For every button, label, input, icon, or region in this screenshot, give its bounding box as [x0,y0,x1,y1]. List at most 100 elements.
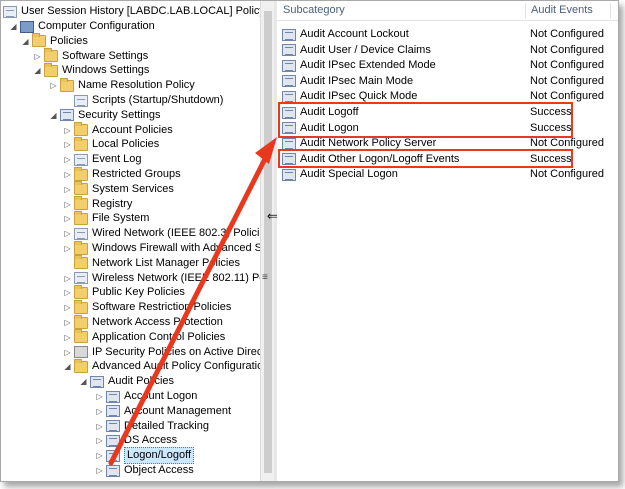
tree-item[interactable]: ▷ System Services [63,181,174,197]
folder-icon [44,62,58,77]
expand-arrow-icon[interactable]: ▷ [63,226,72,241]
expand-arrow-icon[interactable]: ▷ [63,182,72,197]
tree-item[interactable]: ▷ Application Control Policies [63,329,225,345]
subcategory-cell: Audit Account Lockout [282,27,409,42]
expand-arrow-icon[interactable]: ▷ [95,448,104,463]
computer-icon [20,20,34,33]
tree-item[interactable]: ▷ Windows Firewall with Advanced Secu [63,240,260,256]
list-row[interactable]: Audit Account Lockout Not Configured [277,27,618,42]
tree-item[interactable]: ◢ Advanced Audit Policy Configuration [63,358,260,374]
audit-events-value: Not Configured [530,74,604,87]
expand-arrow-icon[interactable]: ▷ [63,197,72,212]
expand-arrow-icon[interactable]: ▷ [95,433,104,448]
tree-item[interactable]: ▷ Wired Network (IEEE 802.3) Policies [63,226,260,241]
expand-arrow-icon[interactable]: ▷ [95,463,104,478]
expand-arrow-icon[interactable]: ▷ [63,345,72,360]
tree-root-label: User Session History [LABDC.LAB.LOCAL] P… [21,5,260,17]
expand-arrow-icon[interactable]: ▷ [63,285,72,300]
navigation-tree: User Session History [LABDC.LAB.LOCAL] P… [1,1,260,481]
expand-arrow-icon[interactable]: ▷ [63,152,72,167]
audit-setting-icon [282,59,296,72]
column-header-subcategory[interactable]: Subcategory [279,1,345,20]
tree-item[interactable]: ▷ Software Restriction Policies [63,299,231,315]
tree-item[interactable]: ◢ Windows Settings [33,62,149,78]
doc-icon [74,272,88,285]
folder-icon [74,240,88,255]
tree-item-label: Scripts (Startup/Shutdown) [92,94,224,106]
tree-item[interactable]: ▷ Logon/Logoff [95,447,195,465]
policy-icon [106,420,120,433]
tree-item[interactable]: ◢ Audit Policies [79,374,174,389]
tree-item[interactable]: ▷ Account Management [95,404,231,419]
tree-item[interactable]: ▷ Account Logon [95,389,197,404]
tree-item[interactable]: ▷ Software Settings [33,48,148,64]
tree-item-label: System Services [92,182,174,195]
tree-item-label: Detailed Tracking [124,419,209,432]
expand-arrow-icon[interactable]: ▷ [63,137,72,152]
audit-events-value: Not Configured [530,168,604,181]
tree-item[interactable]: ▷ DS Access [95,433,177,448]
subcategory-name: Audit IPsec Extended Mode [300,59,436,72]
expand-arrow-icon[interactable]: ▷ [63,315,72,330]
splitter-grip-icon[interactable]: ≡ [262,272,268,283]
tree-item-label: Wired Network (IEEE 802.3) Policies [92,227,260,240]
security-icon [60,109,74,122]
collapse-arrow-icon[interactable]: ◢ [63,359,72,374]
tree-scrollbar-thumb[interactable] [264,11,272,473]
column-divider[interactable] [610,3,611,18]
tree-item[interactable]: ▷ Account Policies [63,122,173,138]
policy-editor-window: User Session History [LABDC.LAB.LOCAL] P… [0,0,619,482]
tree-item[interactable]: ▷ Detailed Tracking [95,419,209,434]
policy-icon [106,464,120,477]
tree-item[interactable]: ▷ File System [63,210,149,226]
expand-arrow-icon[interactable]: ▷ [63,241,72,256]
tree-scrollbar[interactable] [260,1,275,481]
tree-item[interactable]: ▷ Event Log [63,152,142,167]
tree-item[interactable]: ▷ IP Security Policies on Active Director… [63,345,260,360]
policy-icon [106,405,120,418]
list-row[interactable]: Audit Special Logon Not Configured [277,167,618,182]
expand-arrow-icon[interactable]: ▷ [63,123,72,138]
list-row[interactable]: Audit IPsec Extended Mode Not Configured [277,58,618,73]
collapse-arrow-icon[interactable]: ◢ [21,34,30,49]
tree-item[interactable]: Scripts (Startup/Shutdown) [63,93,223,108]
policy-doc-icon [3,5,17,18]
column-divider[interactable] [525,3,526,18]
expand-arrow-icon[interactable]: ▷ [49,78,58,93]
tree-item[interactable]: ▷ Registry [63,196,132,212]
list-row[interactable]: Audit User / Device Claims Not Configured [277,43,618,58]
tree-item[interactable]: ▷ Restricted Groups [63,166,181,182]
tree-item[interactable]: ▷ Name Resolution Policy [49,77,195,93]
column-header-audit-events[interactable]: Audit Events [527,1,593,20]
list-row[interactable]: Audit IPsec Main Mode Not Configured [277,74,618,89]
expand-arrow-icon[interactable]: ▷ [63,300,72,315]
tree-item[interactable]: ▷ Object Access [95,463,194,478]
subcategory-name: Audit User / Device Claims [300,43,431,56]
expand-arrow-icon[interactable]: ▷ [33,49,42,64]
expand-arrow-icon[interactable]: ▷ [95,404,104,419]
expand-arrow-icon[interactable]: ▷ [63,271,72,286]
tree-item[interactable]: ▷ Local Policies [63,136,159,152]
tree-item-label: IP Security Policies on Active Directory [92,345,260,358]
collapse-arrow-icon[interactable]: ◢ [9,19,18,34]
tree-item[interactable]: ▷ Public Key Policies [63,284,185,300]
tree-item[interactable]: ▷ Wireless Network (IEEE 802.11) Policies [63,271,260,286]
tree-item[interactable]: ◢ Policies [21,33,88,49]
tree-root[interactable]: User Session History [LABDC.LAB.LOCAL] P… [3,4,260,19]
collapse-arrow-icon[interactable]: ◢ [33,63,42,78]
expand-arrow-icon[interactable]: ▷ [63,330,72,345]
tree-item[interactable]: ◢ Computer Configuration [9,19,155,34]
expand-arrow-icon[interactable]: ▷ [63,211,72,226]
tree-item[interactable]: Network List Manager Policies [63,255,240,271]
expand-arrow-icon[interactable]: ▷ [95,389,104,404]
audit-setting-icon [282,168,296,181]
collapse-arrow-icon[interactable]: ◢ [79,374,88,389]
collapse-arrow-icon[interactable]: ◢ [49,108,58,123]
expand-arrow-icon[interactable]: ▷ [95,419,104,434]
tree-item[interactable]: ◢ Security Settings [49,108,161,123]
expand-arrow-icon[interactable]: ▷ [63,167,72,182]
tree-item[interactable]: ▷ Network Access Protection [63,314,223,330]
subcategory-name: Audit IPsec Main Mode [300,74,414,87]
subcategory-name: Audit Special Logon [300,168,398,181]
folder-icon [74,122,88,137]
